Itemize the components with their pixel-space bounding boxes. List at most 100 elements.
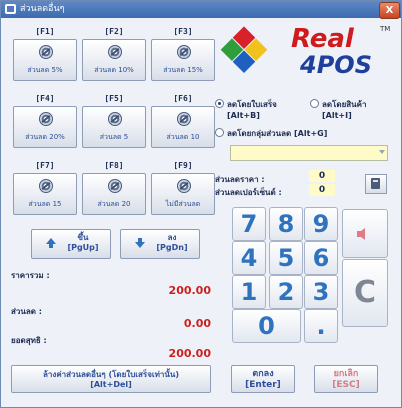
- price-discount-input[interactable]: 0: [309, 170, 335, 182]
- fkey-group-f8: [F8] ส่วนลด 20: [82, 161, 146, 215]
- radio-text: ลดโดยสินค้า [Alt+I]: [322, 98, 366, 120]
- numpad-key-9[interactable]: 9: [304, 207, 338, 241]
- page-down-label: ลง: [167, 233, 177, 242]
- numpad-key-3[interactable]: 3: [304, 275, 338, 309]
- radio-indicator: [310, 99, 319, 108]
- page-up-key: [PgUp]: [67, 243, 99, 252]
- discount-group-select[interactable]: [230, 145, 388, 161]
- page-down-text: ลง [PgDn]: [149, 233, 195, 253]
- page-up-button[interactable]: ขึ้น [PgUp]: [31, 229, 111, 259]
- discount-by-group-radio[interactable]: ลดโดยกลุ่มส่วนลด [Alt+G]: [215, 127, 327, 140]
- by-item-label: ลดโดยสินค้า: [322, 100, 367, 109]
- logo-word-real: Real: [291, 24, 355, 54]
- by-group-label: ลดโดยกลุ่มส่วนลด [Alt+G]: [227, 129, 328, 138]
- discount-value: 0.00: [183, 317, 211, 330]
- numpad-key-6[interactable]: 6: [304, 241, 338, 275]
- discount-15-percent-button[interactable]: ส่วนลด 15%: [151, 39, 215, 81]
- fkey-button-label: ส่วนลด 10%: [94, 66, 134, 74]
- chevron-down-icon: [379, 150, 385, 154]
- discount-5-baht-button[interactable]: ส่วนลด 5: [82, 106, 146, 148]
- fkey-group-f1: [F1] ส่วนลด 5%: [13, 27, 77, 81]
- fkey-group-f6: [F6] ส่วนลด 10: [151, 94, 215, 148]
- discount-15-baht-button[interactable]: ส่วนลด 15: [13, 173, 77, 215]
- net-label: ยอดสุทธิ :: [11, 336, 47, 345]
- window-title: ส่วนลดอื่นๆ: [20, 4, 65, 14]
- numpad-key-0[interactable]: 0: [232, 309, 301, 343]
- discount-20-percent-button[interactable]: ส่วนลด 20%: [13, 106, 77, 148]
- fkey-group-f7: [F7] ส่วนลด 15: [13, 161, 77, 215]
- numpad-key-4[interactable]: 4: [232, 241, 266, 275]
- clear-discount-key: [Alt+Del]: [90, 380, 132, 389]
- discount-icon: [39, 45, 53, 59]
- clear-input-button[interactable]: C: [342, 259, 388, 327]
- by-item-key: [Alt+I]: [322, 111, 352, 120]
- no-discount-button[interactable]: ไม่มีส่วนลด: [151, 173, 215, 215]
- numpad-key-1[interactable]: 1: [232, 275, 266, 309]
- numpad-key-2[interactable]: 2: [269, 275, 303, 309]
- discount-icon: [39, 112, 53, 126]
- fkey-button-label: ส่วนลด 5%: [27, 66, 63, 74]
- page-up-text: ขึ้น [PgUp]: [60, 233, 106, 253]
- calculator-button[interactable]: [365, 174, 387, 194]
- fkey-button-label: ส่วนลด 15: [28, 200, 62, 208]
- cancel-button[interactable]: ยกเลิก [ESC]: [314, 365, 378, 393]
- numpad-key-8[interactable]: 8: [269, 207, 303, 241]
- ok-key: [Enter]: [245, 380, 281, 390]
- app-icon: [5, 4, 16, 14]
- fkey-shortcut-label: [F7]: [35, 161, 55, 170]
- discount-by-item-radio[interactable]: ลดโดยสินค้า [Alt+I]: [310, 98, 366, 120]
- numpad-key-7[interactable]: 7: [232, 207, 266, 241]
- page-down-key: [PgDn]: [156, 243, 188, 252]
- backspace-button[interactable]: [342, 209, 388, 258]
- fkey-group-f5: [F5] ส่วนลด 5: [82, 94, 146, 148]
- by-receipt-key: [Alt+B]: [227, 111, 260, 120]
- backspace-arrow-icon: [357, 228, 365, 240]
- logo-word-4pos: 4POS: [299, 51, 372, 79]
- total-value: 200.00: [168, 284, 211, 297]
- fkey-group-f9: [F9] ไม่มีส่วนลด: [151, 161, 215, 215]
- discount-icon: [177, 179, 191, 193]
- close-button[interactable]: X: [379, 2, 400, 19]
- discount-10-percent-button[interactable]: ส่วนลด 10%: [82, 39, 146, 81]
- percent-discount-label: ส่วนลดเปอร์เซ็นต์ :: [215, 188, 282, 197]
- net-value: 200.00: [168, 347, 211, 360]
- discount-icon: [108, 179, 122, 193]
- fkey-button-label: ส่วนลด 15%: [163, 66, 203, 74]
- radio-indicator: [215, 128, 224, 137]
- calculator-icon: [371, 178, 380, 189]
- fkey-shortcut-label: [F9]: [173, 161, 193, 170]
- fkey-button-label: ส่วนลด 5: [99, 133, 129, 141]
- page-down-button[interactable]: ลง [PgDn]: [120, 229, 200, 259]
- discount-icon: [108, 112, 122, 126]
- fkey-shortcut-label: [F4]: [35, 94, 55, 103]
- arrow-up-icon: [46, 238, 56, 248]
- fkey-button-label: ส่วนลด 20%: [25, 133, 65, 141]
- fkey-shortcut-label: [F3]: [173, 27, 193, 36]
- discount-by-receipt-radio[interactable]: ลดโดยใบเสร็จ [Alt+B]: [215, 98, 277, 120]
- by-receipt-label: ลดโดยใบเสร็จ: [227, 100, 277, 109]
- cancel-label: ยกเลิก: [333, 369, 359, 379]
- total-label: ราคารวม :: [11, 271, 50, 280]
- real4pos-logo: Real 4POS TM: [220, 24, 390, 79]
- numpad-key-dot[interactable]: .: [304, 309, 338, 343]
- fkey-button-label: ไม่มีส่วนลด: [165, 200, 201, 208]
- ok-button[interactable]: ตกลง [Enter]: [231, 365, 295, 393]
- fkey-shortcut-label: [F2]: [104, 27, 124, 36]
- percent-discount-input[interactable]: 0: [309, 184, 335, 196]
- discount-20-baht-button[interactable]: ส่วนลด 20: [82, 173, 146, 215]
- fkey-group-f2: [F2] ส่วนลด 10%: [82, 27, 146, 81]
- discount-label: ส่วนลด :: [11, 307, 42, 316]
- discount-10-baht-button[interactable]: ส่วนลด 10: [151, 106, 215, 148]
- price-discount-label: ส่วนลดราคา :: [215, 175, 265, 184]
- cancel-key: [ESC]: [332, 380, 360, 390]
- fkey-shortcut-label: [F1]: [35, 27, 55, 36]
- fkey-button-label: ส่วนลด 10: [166, 133, 200, 141]
- clear-discount-button[interactable]: ล้างค่าส่วนลดอื่นๆ (โดยใบเสร็จเท่านั้น) …: [11, 365, 211, 393]
- numpad-key-5[interactable]: 5: [269, 241, 303, 275]
- discount-5-percent-button[interactable]: ส่วนลด 5%: [13, 39, 77, 81]
- fkey-group-f4: [F4] ส่วนลด 20%: [13, 94, 77, 148]
- discount-icon: [177, 112, 191, 126]
- discount-window: ส่วนลดอื่นๆ X [F1] ส่วนลด 5% [F2] ส่วนลด…: [0, 0, 402, 408]
- discount-icon: [39, 179, 53, 193]
- fkey-button-label: ส่วนลด 20: [97, 200, 131, 208]
